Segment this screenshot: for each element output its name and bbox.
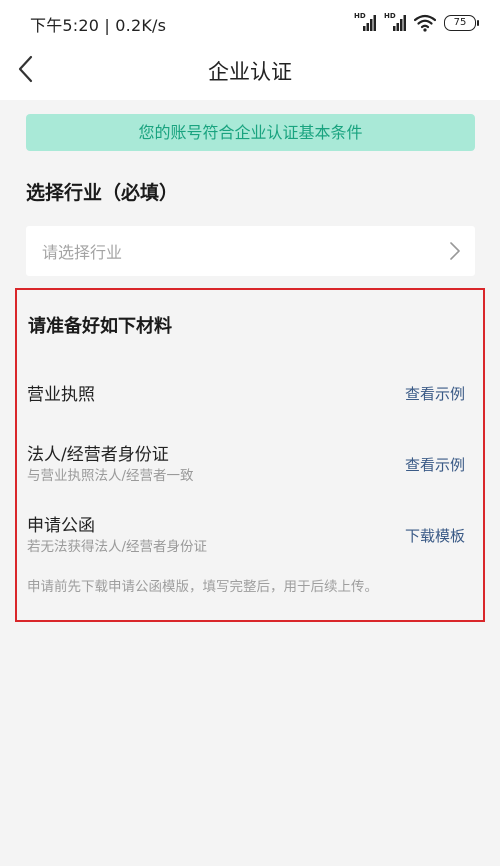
material-application-letter: 申请公函 xyxy=(27,516,95,536)
status-bar: 下午5:20 | 0.2K/s HD HD 75 xyxy=(0,0,500,46)
materials-note: 申请前先下载申请公函模版，填写完整后，用于后续上传。 xyxy=(27,579,378,595)
battery-icon: 75 xyxy=(444,15,479,31)
materials-title: 请准备好如下材料 xyxy=(28,316,172,337)
materials-panel: 请准备好如下材料 营业执照 查看示例 法人/经营者身份证 与营业执照法人/经营者… xyxy=(15,288,485,622)
material-business-license: 营业执照 xyxy=(27,385,95,405)
view-example-link[interactable]: 查看示例 xyxy=(405,383,465,404)
download-template-link[interactable]: 下载模板 xyxy=(405,525,465,546)
industry-select[interactable]: 请选择行业 xyxy=(26,226,475,276)
status-icons: HD HD 75 xyxy=(354,12,479,34)
hd-signal-icon: HD xyxy=(354,13,376,33)
industry-placeholder: 请选择行业 xyxy=(42,243,123,262)
page-title: 企业认证 xyxy=(208,60,292,84)
hd-signal-icon: HD xyxy=(384,13,406,33)
view-example-link[interactable]: 查看示例 xyxy=(405,454,465,475)
industry-section-title: 选择行业（必填） xyxy=(26,182,179,204)
chevron-right-icon xyxy=(450,242,460,260)
material-application-letter-note: 若无法获得法人/经营者身份证 xyxy=(27,539,208,555)
material-legal-id-note: 与营业执照法人/经营者一致 xyxy=(27,468,194,484)
status-time: 下午5:20 | 0.2K/s xyxy=(30,16,167,35)
wifi-icon xyxy=(414,14,436,32)
nav-bar: 企业认证 xyxy=(0,46,500,100)
material-legal-id: 法人/经营者身份证 xyxy=(27,445,169,465)
eligibility-banner: 您的账号符合企业认证基本条件 xyxy=(26,114,475,151)
